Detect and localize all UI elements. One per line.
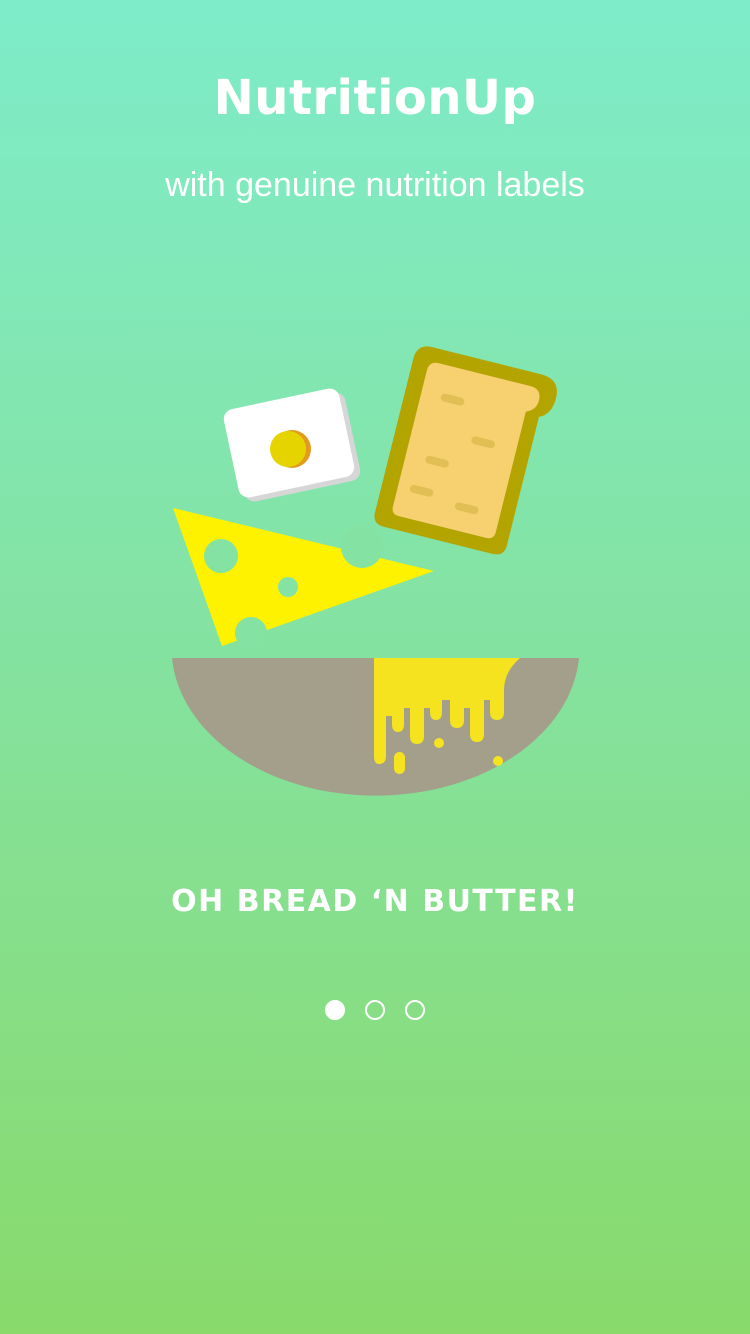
toast-icon (374, 346, 557, 555)
food-illustration (172, 346, 579, 796)
egg-icon (223, 388, 361, 502)
page-dot-3[interactable] (405, 1000, 425, 1020)
page-dot-1[interactable] (325, 1000, 345, 1020)
app-subtitle: with genuine nutrition labels (165, 166, 585, 204)
page-dot-2[interactable] (365, 1000, 385, 1020)
app-title: NutritionUp (213, 70, 537, 126)
page-indicator (0, 1000, 750, 1020)
onboarding-screen: NutritionUp with genuine nutrition label… (0, 0, 750, 1334)
slide-heading: OH BREAD ‘N BUTTER! (171, 884, 579, 919)
